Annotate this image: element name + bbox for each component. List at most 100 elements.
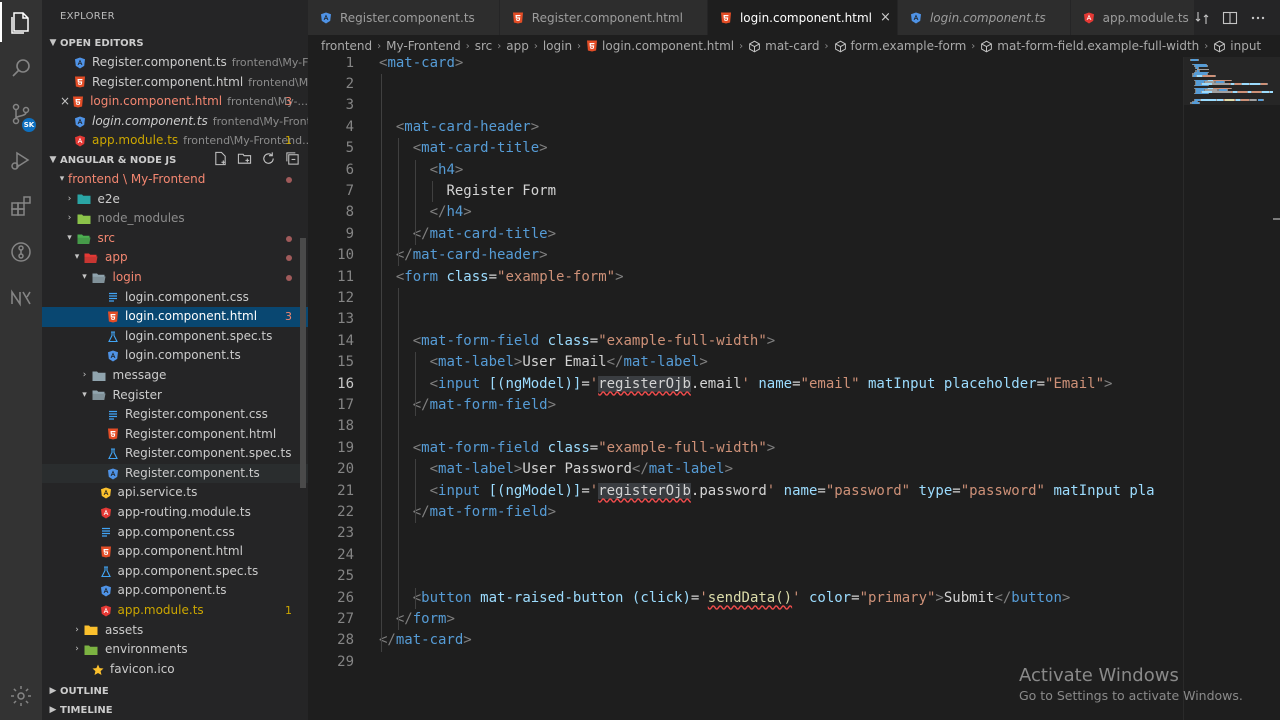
tree-item[interactable]: ▾ src [42, 229, 308, 249]
new-folder-icon[interactable] [237, 151, 252, 166]
open-editor-item[interactable]: app.module.ts frontend\My-Frontend... 1 [42, 131, 308, 151]
tree-item[interactable]: favicon.ico [42, 660, 308, 680]
tree-item[interactable]: Register.component.spec.ts [42, 444, 308, 464]
source-control-icon[interactable]: SK [0, 92, 42, 136]
code-line[interactable]: </h4> [379, 202, 472, 223]
git-graph-icon[interactable] [0, 230, 42, 274]
explorer-icon[interactable] [0, 0, 42, 44]
code-line[interactable]: </mat-card> [379, 630, 472, 651]
outline-header[interactable]: ▶ OUTLINE [42, 682, 308, 701]
activate-windows-title: Activate Windows [1019, 665, 1179, 686]
code-line[interactable]: <mat-card-header> [379, 117, 539, 138]
code-line[interactable]: <button mat-raised-button (click)='sendD… [379, 588, 1071, 609]
open-editor-item[interactable]: Register.component.ts frontend\My-Front..… [42, 53, 308, 73]
breadcrumb-item[interactable]: form.example-form [851, 39, 967, 53]
tree-item[interactable]: › node_modules [42, 209, 308, 229]
breadcrumb-item[interactable]: frontend [321, 39, 372, 53]
breadcrumb-item[interactable]: My-Frontend [386, 39, 461, 53]
sidebar-scrollbar[interactable] [300, 238, 306, 488]
tree-item[interactable]: › environments [42, 640, 308, 660]
editor-tab[interactable]: login.component.html × [707, 0, 898, 35]
code-line[interactable]: <mat-label>User Email</mat-label> [379, 352, 708, 373]
tree-item[interactable]: ▾ login [42, 268, 308, 288]
code-line[interactable]: <mat-form-field class="example-full-widt… [379, 331, 776, 352]
search-icon[interactable] [0, 46, 42, 90]
tree-item[interactable]: app.component.spec.ts [42, 562, 308, 582]
code-token: input [438, 482, 481, 499]
compare-changes-icon[interactable] [1194, 10, 1210, 26]
breadcrumb-item[interactable]: input [1230, 39, 1261, 53]
tree-item[interactable]: app.module.ts 1 [42, 601, 308, 621]
code-line[interactable]: <mat-card-title> [379, 138, 548, 159]
workspace-header[interactable]: ▼ ANGULAR & NODE JS [42, 151, 308, 170]
tree-item[interactable]: Register.component.html [42, 425, 308, 445]
code-line[interactable]: </mat-form-field> [379, 395, 556, 416]
breadcrumb-item[interactable]: mat-form-field.example-full-width [997, 39, 1199, 53]
new-file-icon[interactable] [213, 151, 228, 166]
tree-item[interactable]: Register.component.ts [42, 463, 308, 484]
settings-gear-icon[interactable] [0, 674, 42, 718]
code-line[interactable]: <h4> [379, 160, 464, 181]
tree-item[interactable]: ▾ frontend \ My-Frontend [42, 170, 308, 190]
tree-item[interactable]: › message [42, 366, 308, 386]
breadcrumb-item[interactable]: src [475, 39, 493, 53]
editor-tab[interactable]: login.component.ts [897, 0, 1071, 35]
more-actions-icon[interactable] [1250, 10, 1266, 26]
code-line[interactable]: <mat-label>User Password</mat-label> [379, 459, 733, 480]
extensions-icon[interactable] [0, 184, 42, 228]
minimap[interactable] [1184, 57, 1280, 720]
open-editor-label: login.component.html [90, 94, 223, 109]
run-debug-icon[interactable] [0, 138, 42, 182]
tree-item[interactable]: › e2e [42, 190, 308, 210]
code-editor[interactable]: 1 <mat-card> 2 3 4 <mat-card-header> 5 <mat-c… [308, 57, 1184, 720]
tree-item[interactable]: app-routing.module.ts [42, 503, 308, 523]
tree-item[interactable]: login.component.html 3 [42, 307, 308, 327]
code-line[interactable]: </form> [379, 609, 455, 630]
breadcrumb-item[interactable]: login.component.html [602, 39, 734, 53]
split-editor-icon[interactable] [1222, 10, 1238, 26]
tree-item[interactable]: login.component.css [42, 288, 308, 308]
code-token: < [412, 589, 422, 606]
tree-item[interactable]: app.component.css [42, 523, 308, 543]
tree-item[interactable]: api.service.ts [42, 483, 308, 503]
code-line[interactable]: </mat-card-header> [379, 245, 548, 266]
tree-item[interactable]: login.component.ts [42, 346, 308, 366]
breadcrumb-item[interactable]: mat-card [765, 39, 819, 53]
code-line[interactable]: </mat-card-title> [379, 224, 556, 245]
open-editor-item[interactable]: Register.component.html frontend\My-Fr... [42, 73, 308, 93]
code-token: ' [589, 482, 599, 499]
tab-label: app.module.ts [1102, 10, 1189, 25]
tree-item[interactable]: › assets [42, 621, 308, 641]
tree-item[interactable]: app.component.ts [42, 581, 308, 601]
code-line[interactable]: <input [(ngModel)]='registerOjb.password… [379, 481, 1155, 502]
editor-tab[interactable]: Register.component.html [499, 0, 708, 35]
close-icon[interactable]: × [60, 92, 70, 112]
collapse-all-icon[interactable] [285, 151, 300, 166]
code-line[interactable]: <input [(ngModel)]='registerOjb.email' n… [379, 374, 1112, 395]
code-line[interactable]: <mat-card> [379, 57, 463, 74]
breadcrumb-item[interactable]: app [506, 39, 529, 53]
breadcrumb-item[interactable]: login [543, 39, 572, 53]
timeline-header[interactable]: ▶ TIMELINE [42, 701, 308, 720]
code-token: > [766, 439, 776, 456]
nx-console-icon[interactable] [0, 276, 42, 320]
tree-item[interactable]: app.component.html [42, 542, 308, 562]
tree-item[interactable]: ▾ Register [42, 386, 308, 406]
tree-item[interactable]: login.component.spec.ts [42, 327, 308, 347]
editor-tab[interactable]: app.module.ts [1070, 0, 1214, 35]
editor-tab[interactable]: Register.component.ts [308, 0, 500, 35]
code-line[interactable]: <mat-form-field class="example-full-widt… [379, 438, 776, 459]
refresh-icon[interactable] [261, 151, 276, 166]
open-editor-item[interactable]: login.component.ts frontend\My-Frontend..… [42, 112, 308, 132]
chevron-down-icon: ▼ [49, 38, 57, 48]
code-line[interactable]: Register Form [379, 181, 556, 202]
open-editor-item[interactable]: × login.component.html frontend\My-... 3 [42, 92, 308, 112]
tree-item[interactable]: ▾ app [42, 248, 308, 268]
close-icon[interactable]: × [880, 10, 891, 25]
open-editors-header[interactable]: ▼ OPEN EDITORS [42, 34, 308, 53]
code-line[interactable]: <form class="example-form"> [379, 267, 624, 288]
chevron-right-icon: ▶ [49, 686, 57, 696]
tree-item[interactable]: Register.component.css [42, 405, 308, 425]
code-line[interactable]: </mat-form-field> [379, 502, 556, 523]
